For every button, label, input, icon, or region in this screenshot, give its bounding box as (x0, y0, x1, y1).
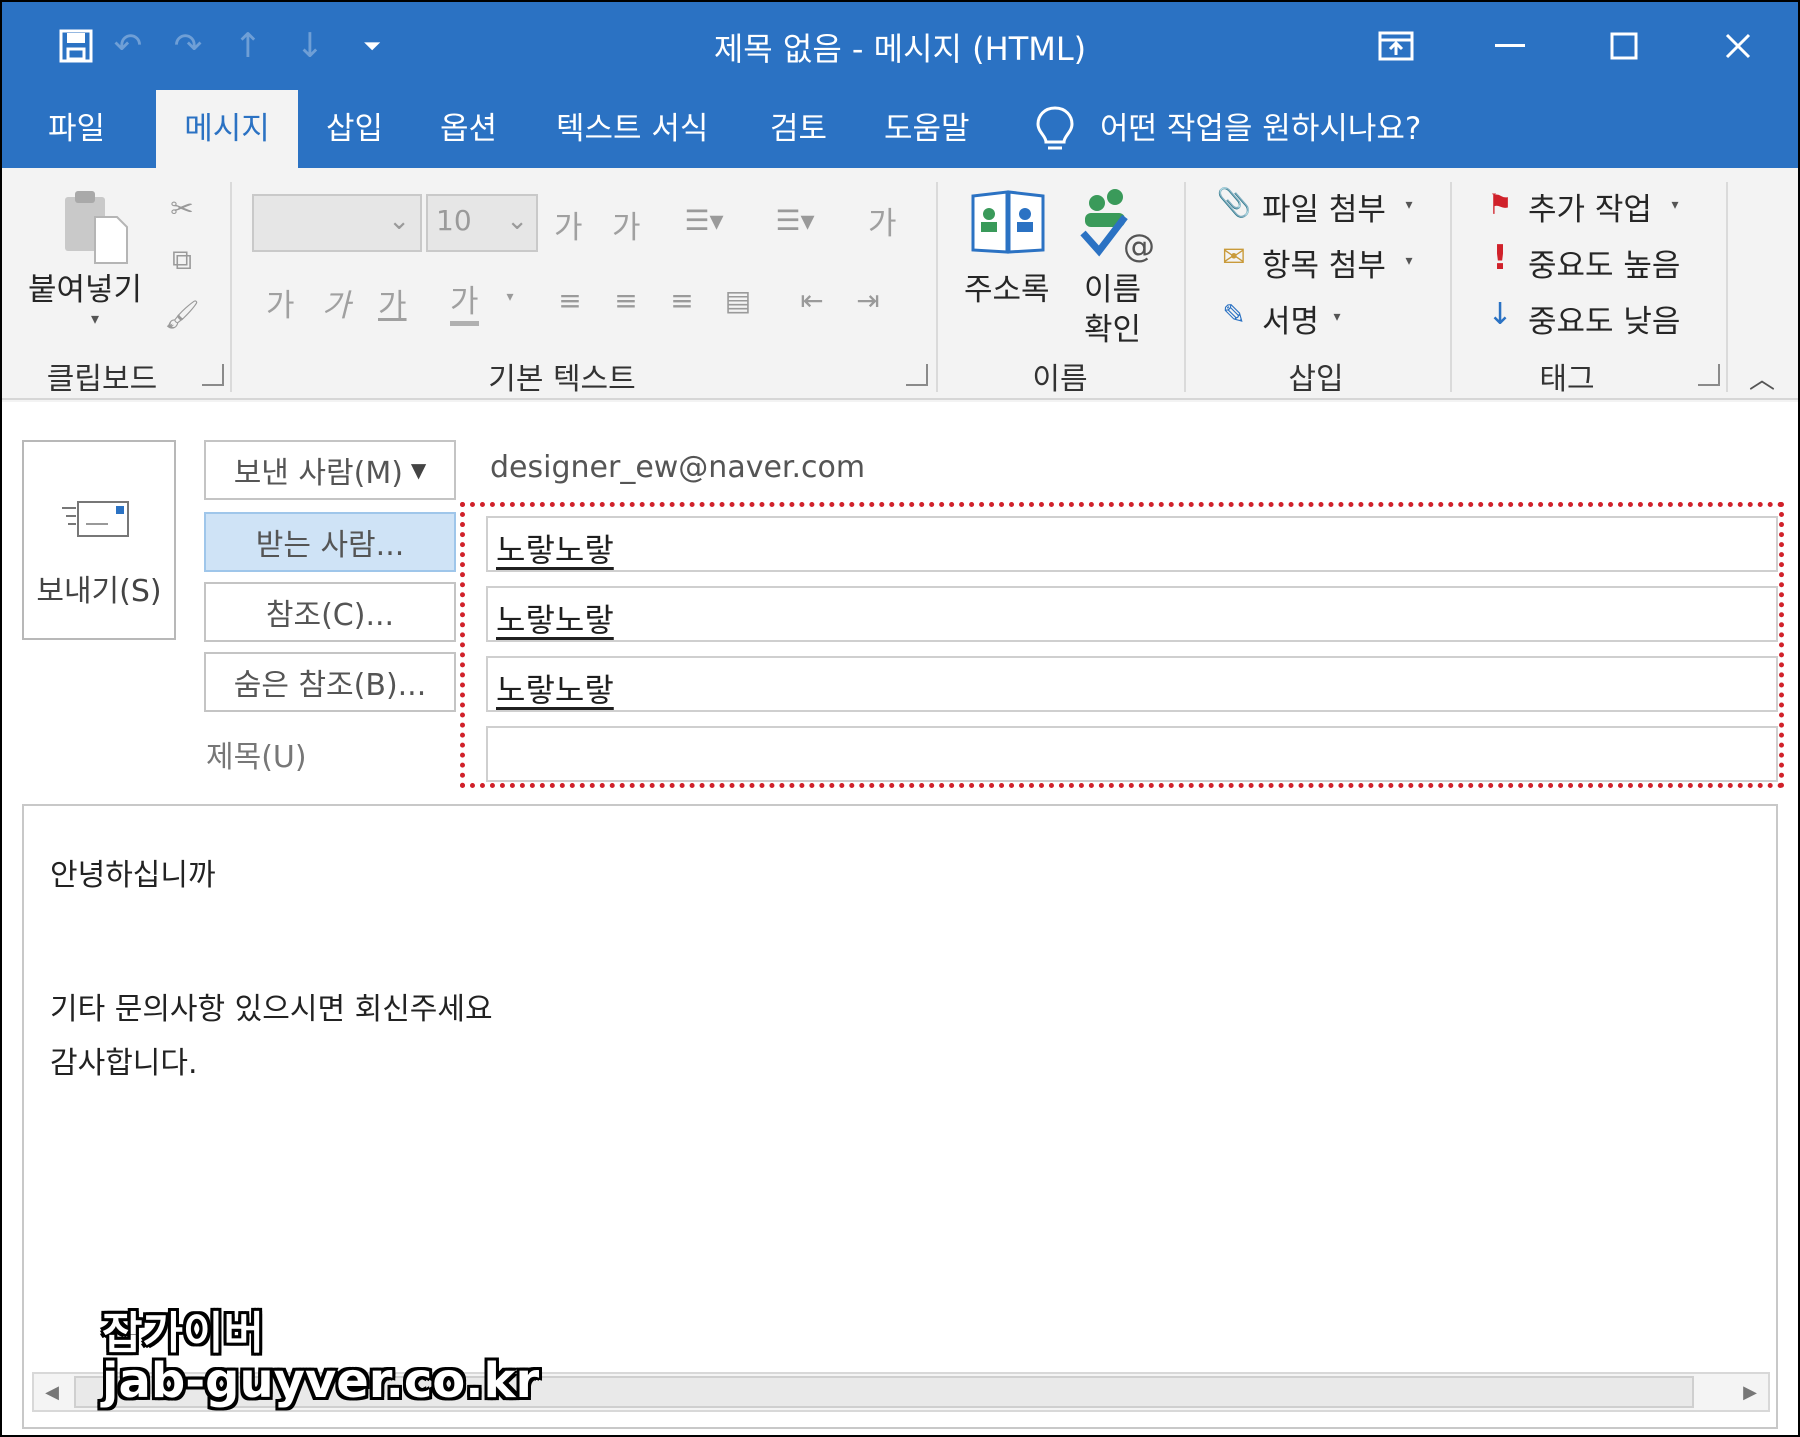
increase-indent-icon[interactable]: ⇥ (846, 278, 890, 322)
bcc-button[interactable]: 숨은 참조(B)... (204, 652, 456, 712)
svg-text:@: @ (1123, 227, 1153, 265)
send-button[interactable]: 보내기(S) (22, 440, 176, 640)
bullets-icon[interactable]: ☰▾ (674, 198, 734, 242)
paperclip-icon[interactable]: 📎 (1216, 180, 1252, 224)
highlight-box (460, 502, 1784, 788)
tab-insert[interactable]: 삽입 (302, 90, 407, 168)
attach-file-button[interactable]: 파일 첨부 (1262, 184, 1386, 229)
low-importance-button[interactable]: 중요도 낮음 (1528, 296, 1680, 341)
signature-button[interactable]: 서명 (1262, 296, 1319, 341)
tab-file[interactable]: 파일 (24, 90, 129, 168)
cut-icon[interactable]: ✂ (162, 188, 202, 228)
ribbon-display-icon[interactable] (1356, 16, 1436, 76)
attach-item-icon[interactable]: ✉ (1214, 234, 1254, 278)
font-color-button[interactable]: 가 (450, 276, 479, 326)
address-book-icon[interactable] (968, 186, 1048, 258)
underline-button[interactable]: 가 (378, 280, 407, 325)
check-names-label-2[interactable]: 확인 (1084, 304, 1141, 349)
tab-help[interactable]: 도움말 (860, 90, 994, 168)
to-button[interactable]: 받는 사람... (204, 512, 456, 572)
copy-icon[interactable]: ⧉ (162, 240, 202, 280)
close-icon[interactable] (1698, 16, 1778, 76)
high-importance-icon[interactable]: ! (1486, 236, 1514, 280)
tab-message[interactable]: 메시지 (156, 90, 298, 168)
cc-button[interactable]: 참조(C)... (204, 582, 456, 642)
font-size-combo[interactable]: 10 ⌄ (426, 194, 538, 252)
address-book-label[interactable]: 주소록 (964, 264, 1050, 309)
body-line: 감사합니다. (50, 1046, 198, 1081)
align-right-icon[interactable]: ≡ (662, 278, 702, 322)
maximize-icon[interactable] (1584, 16, 1664, 76)
check-names-icon[interactable]: @ (1074, 186, 1154, 266)
attach-item-button[interactable]: 항목 첨부 (1262, 240, 1386, 285)
chevron-down-icon[interactable]: ▾ (1664, 190, 1686, 220)
decrease-indent-icon[interactable]: ⇤ (790, 278, 834, 322)
send-envelope-icon (62, 498, 132, 546)
numbering-icon[interactable]: ☰▾ (760, 198, 830, 242)
shrink-font-button[interactable]: 가 (612, 202, 641, 247)
dialog-launcher-icon[interactable] (202, 364, 224, 386)
chevron-down-icon[interactable]: ▾ (498, 282, 522, 312)
font-name-combo[interactable]: ⌄ (252, 194, 422, 252)
tab-review[interactable]: 검토 (746, 90, 851, 168)
group-label-include: 삽입 (1288, 362, 1344, 397)
ribbon: 붙여넣기 ▾ ✂ ⧉ 🖌 클립보드 ⌄ 10 ⌄ 가 가 ☰▾ ☰▾ 가 가 가… (2, 168, 1798, 400)
chevron-down-icon: ⌄ (506, 206, 528, 236)
from-address: designer_ew@naver.com (490, 450, 866, 485)
title-bar: ↶ ↷ ↑ ↓ ⏷ 제목 없음 - 메시지 (HTML) (2, 2, 1798, 90)
bold-button[interactable]: 가 (266, 280, 295, 325)
paste-dropdown-icon[interactable]: ▾ (80, 306, 110, 330)
chevron-down-icon: ▼ (410, 458, 427, 482)
compose-form: 보내기(S) 보낸 사람(M) ▼ designer_ew@naver.com … (2, 402, 1798, 1435)
signature-icon[interactable]: ✎ (1214, 292, 1254, 336)
chevron-down-icon[interactable]: ▾ (1326, 302, 1348, 332)
tab-format-text[interactable]: 텍스트 서식 (532, 90, 732, 168)
body-line: 안녕하십니까 (50, 858, 216, 893)
ribbon-divider (936, 182, 938, 392)
watermark: 잡가이버 jab-guyver.co.kr (102, 1308, 540, 1409)
font-size-value: 10 (436, 204, 472, 237)
ribbon-divider (1726, 182, 1728, 392)
chevron-down-icon: ⌄ (388, 206, 410, 236)
paste-label[interactable]: 붙여넣기 (28, 264, 142, 309)
tell-me-search[interactable]: 어떤 작업을 원하시나요? (1100, 90, 1421, 168)
align-center-icon[interactable]: ≡ (606, 278, 646, 322)
group-label-names: 이름 (1032, 362, 1088, 397)
grow-font-button[interactable]: 가 (554, 202, 583, 247)
minimize-icon[interactable] (1470, 16, 1550, 76)
low-importance-icon[interactable]: ↓ (1486, 292, 1514, 336)
paste-icon[interactable] (56, 186, 136, 266)
group-label-basic-text: 기본 텍스트 (488, 362, 636, 397)
dialog-launcher-icon[interactable] (1698, 364, 1720, 386)
scroll-right-icon[interactable]: ▶ (1732, 1374, 1768, 1410)
scroll-left-icon[interactable]: ◀ (34, 1374, 70, 1410)
group-label-tags: 태그 (1539, 362, 1595, 397)
dialog-launcher-icon[interactable] (906, 364, 928, 386)
watermark-line: 잡가이버 (102, 1308, 264, 1359)
from-button-label: 보낸 사람(M) (233, 456, 403, 491)
clear-formatting-button[interactable]: 가 (868, 198, 897, 243)
chevron-down-icon[interactable]: ▾ (1398, 246, 1420, 276)
flag-icon[interactable]: ⚑ (1482, 182, 1518, 226)
justify-icon[interactable]: ▤ (716, 278, 760, 322)
group-label-clipboard: 클립보드 (46, 362, 158, 397)
outlook-compose-window: ↶ ↷ ↑ ↓ ⏷ 제목 없음 - 메시지 (HTML) 파일 메시지 삽입 옵… (2, 2, 1798, 1435)
high-importance-button[interactable]: 중요도 높음 (1528, 240, 1680, 285)
lightbulb-icon (1036, 106, 1074, 150)
chevron-down-icon[interactable]: ▾ (1398, 190, 1420, 220)
ribbon-tabs: 파일 메시지 삽입 옵션 텍스트 서식 검토 도움말 어떤 작업을 원하시나요? (2, 90, 1798, 168)
send-label: 보내기(S) (36, 574, 162, 609)
format-painter-icon[interactable]: 🖌 (162, 294, 202, 334)
follow-up-button[interactable]: 추가 작업 (1528, 184, 1652, 229)
subject-label: 제목(U) (206, 740, 307, 775)
italic-button[interactable]: 가 (322, 280, 351, 325)
align-left-icon[interactable]: ≡ (550, 278, 590, 322)
tab-options[interactable]: 옵션 (416, 90, 521, 168)
body-line: 기타 문의사항 있으시면 회신주세요 (50, 992, 493, 1027)
from-button[interactable]: 보낸 사람(M) ▼ (204, 440, 456, 500)
ribbon-divider (1184, 182, 1186, 392)
watermark-url: jab-guyver.co.kr (102, 1352, 540, 1409)
collapse-ribbon-icon[interactable]: ︿ (1744, 362, 1780, 395)
check-names-label[interactable]: 이름 (1084, 264, 1141, 309)
